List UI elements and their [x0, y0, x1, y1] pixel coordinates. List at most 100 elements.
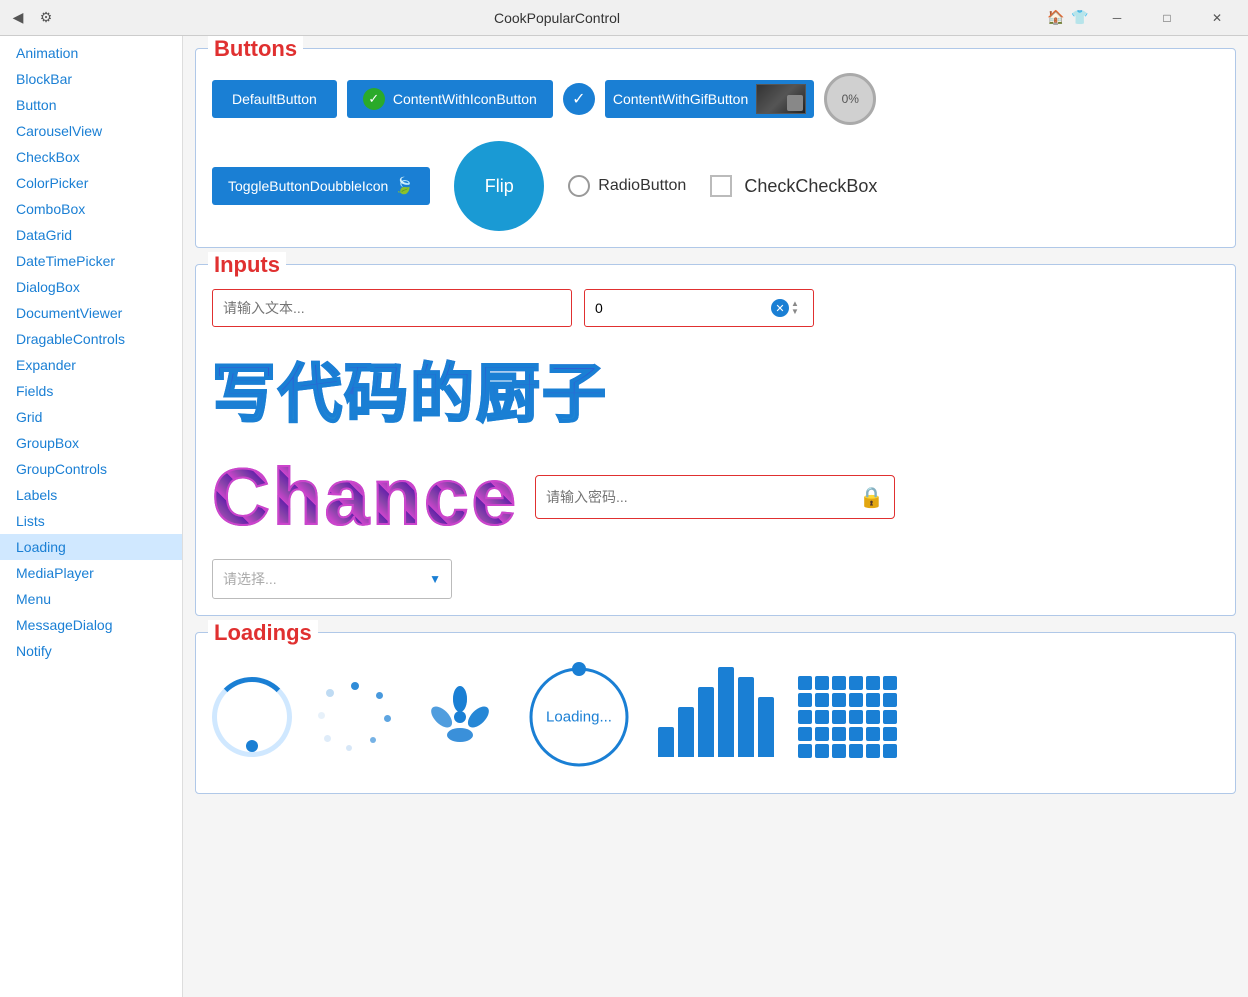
bar-2 [678, 707, 694, 757]
gc [815, 744, 829, 758]
sidebar-item-blockbar[interactable]: BlockBar [0, 66, 182, 92]
sidebar-item-button[interactable]: Button [0, 92, 182, 118]
buttons-row-2: ToggleButtonDoubbleIcon 🍃 Flip RadioButt… [212, 141, 1219, 231]
sidebar-item-dialogbox[interactable]: DialogBox [0, 274, 182, 300]
sidebar-item-messagedialog[interactable]: MessageDialog [0, 612, 182, 638]
check-square[interactable] [710, 175, 732, 197]
sidebar-item-datetimepicker[interactable]: DateTimePicker [0, 248, 182, 274]
gc [883, 710, 897, 724]
check-mark: ✓ [572, 89, 585, 109]
sidebar-item-combobox[interactable]: ComboBox [0, 196, 182, 222]
chance-text: Chance [212, 451, 519, 543]
gif-label: ContentWithGifButton [613, 91, 748, 107]
gc [849, 710, 863, 724]
inputs-section: Inputs ✕ ▲ ▼ 写代码的厨子 [195, 264, 1236, 616]
gc [866, 744, 880, 758]
sidebar-item-loading[interactable]: Loading [0, 534, 182, 560]
big-text-label: 写代码的厨子 [212, 343, 1219, 435]
gc [849, 676, 863, 690]
toggle-button-double-icon[interactable]: ToggleButtonDoubbleIcon 🍃 [212, 167, 430, 205]
default-button[interactable]: DefaultButton [212, 80, 337, 118]
sidebar-item-checkbox[interactable]: CheckBox [0, 144, 182, 170]
gc [798, 693, 812, 707]
loadings-section-title: Loadings [208, 620, 318, 646]
title-bar: ◀ ⚙ CookPopularControl 🏠 👕 ─ □ ✕ [0, 0, 1248, 36]
sidebar-item-labels[interactable]: Labels [0, 482, 182, 508]
progress-button[interactable]: 0% [824, 73, 876, 125]
buttons-row-1: DefaultButton ✓ ContentWithIconButton ✓ … [212, 73, 1219, 125]
sidebar-item-dragablecontrols[interactable]: DragableControls [0, 326, 182, 352]
loadings-row: Loading... [212, 657, 1219, 777]
inputs-content: ✕ ▲ ▼ 写代码的厨子 Chance 🔒 [212, 289, 1219, 599]
dropdown[interactable]: 请选择... ▼ [212, 559, 452, 599]
dropdown-placeholder: 请选择... [223, 569, 277, 589]
sidebar-item-groupcontrols[interactable]: GroupControls [0, 456, 182, 482]
radio-circle[interactable] [568, 175, 590, 197]
arrow-down[interactable]: ▼ [791, 308, 811, 316]
settings-button[interactable]: ⚙ [36, 8, 56, 28]
arc-spinner [212, 677, 292, 757]
sidebar-item-lists[interactable]: Lists [0, 508, 182, 534]
flip-button[interactable]: Flip [454, 141, 544, 231]
check-icon: ✓ [363, 88, 385, 110]
main-content: Animation BlockBar Button CarouselView C… [0, 36, 1248, 997]
gc [883, 693, 897, 707]
lock-icon: 🔒 [859, 485, 884, 510]
gc [815, 710, 829, 724]
content-area: Buttons DefaultButton ✓ ContentWithIconB… [183, 36, 1248, 997]
bar-3 [698, 687, 714, 757]
sidebar-item-animation[interactable]: Animation [0, 40, 182, 66]
password-input[interactable] [546, 489, 851, 505]
gc [849, 744, 863, 758]
shirt-icon[interactable]: 👕 [1070, 8, 1090, 28]
window-title: CookPopularControl [68, 10, 1046, 26]
gc [883, 676, 897, 690]
gc [798, 676, 812, 690]
sidebar-item-mediaplayer[interactable]: MediaPlayer [0, 560, 182, 586]
maximize-button[interactable]: □ [1144, 0, 1190, 36]
gc [815, 693, 829, 707]
clear-button[interactable]: ✕ [771, 299, 789, 317]
sidebar-item-colorpicker[interactable]: ColorPicker [0, 170, 182, 196]
sidebar-item-menu[interactable]: Menu [0, 586, 182, 612]
gc [883, 744, 897, 758]
loadings-content: Loading... [212, 657, 1219, 777]
sidebar-item-expander[interactable]: Expander [0, 352, 182, 378]
sidebar-item-fields[interactable]: Fields [0, 378, 182, 404]
gc [798, 744, 812, 758]
chance-row: Chance 🔒 [212, 451, 1219, 543]
minimize-button[interactable]: ─ [1094, 0, 1140, 36]
toggle-label: ToggleButtonDoubbleIcon [228, 178, 388, 194]
gc [832, 710, 846, 724]
gc [815, 727, 829, 741]
sidebar-item-datagrid[interactable]: DataGrid [0, 222, 182, 248]
sidebar-item-groupbox[interactable]: GroupBox [0, 430, 182, 456]
sidebar-item-grid[interactable]: Grid [0, 404, 182, 430]
inputs-section-title: Inputs [208, 252, 286, 278]
check-checkbox-container: CheckCheckBox [710, 175, 877, 197]
text-input[interactable] [212, 289, 572, 327]
bar-5 [738, 677, 754, 757]
sidebar-item-notify[interactable]: Notify [0, 638, 182, 664]
flower-spinner [420, 677, 500, 757]
inputs-row-1: ✕ ▲ ▼ [212, 289, 1219, 327]
bar-4 [718, 667, 734, 757]
content-with-gif-button[interactable]: ContentWithGifButton [605, 80, 814, 118]
number-input-container: ✕ ▲ ▼ [584, 289, 814, 327]
sidebar-item-documentviewer[interactable]: DocumentViewer [0, 300, 182, 326]
bar-6 [758, 697, 774, 757]
buttons-content: DefaultButton ✓ ContentWithIconButton ✓ … [212, 73, 1219, 231]
sidebar-item-carouselview[interactable]: CarouselView [0, 118, 182, 144]
close-button[interactable]: ✕ [1194, 0, 1240, 36]
check-circle-icon[interactable]: ✓ [563, 83, 595, 115]
loadings-section: Loadings [195, 632, 1236, 794]
back-button[interactable]: ◀ [8, 8, 28, 28]
gif-thumbnail [756, 84, 806, 114]
leaf-icon: 🍃 [394, 176, 414, 196]
content-with-icon-button[interactable]: ✓ ContentWithIconButton [347, 80, 553, 118]
number-arrows: ▲ ▼ [791, 290, 811, 326]
home-icon[interactable]: 🏠 [1046, 8, 1066, 28]
gc [798, 727, 812, 741]
gc [866, 727, 880, 741]
gc [849, 693, 863, 707]
